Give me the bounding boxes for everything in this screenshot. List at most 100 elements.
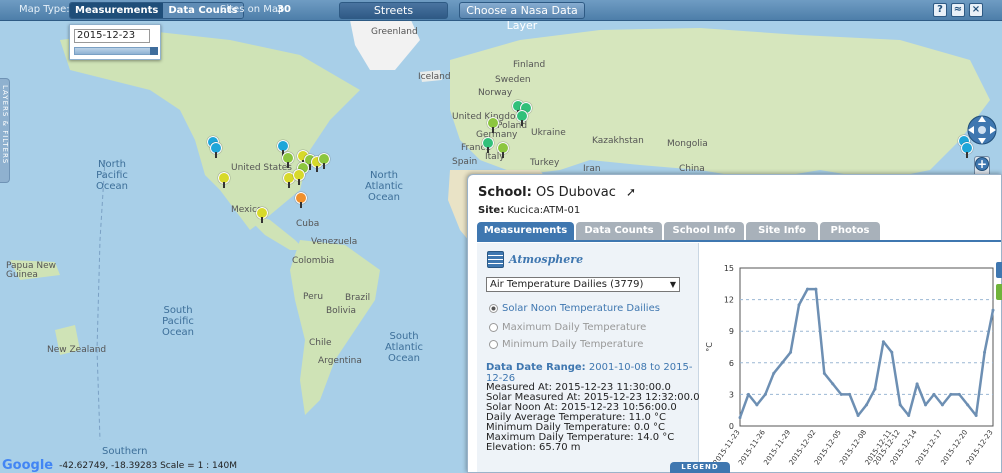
site-marker[interactable] xyxy=(210,142,222,158)
label-colombia: Colombia xyxy=(292,256,335,266)
site-key: Site: xyxy=(478,205,505,216)
site-heading: Site: Kucica:ATM-01 xyxy=(478,205,580,216)
measurement-select-value: Air Temperature Dailies (3779) xyxy=(490,279,644,290)
data-point xyxy=(991,308,995,312)
label-turkey: Turkey xyxy=(530,158,560,168)
label-south-pacific: South Pacific Ocean xyxy=(162,305,194,338)
table-icon[interactable] xyxy=(487,251,504,268)
data-point xyxy=(797,303,801,307)
radio-label: Solar Noon Temperature Dailies xyxy=(502,303,660,314)
pan-control-icon[interactable] xyxy=(965,113,999,147)
site-marker[interactable] xyxy=(318,153,330,169)
y-tick-label: 12 xyxy=(724,296,734,305)
layers-filters-tab[interactable]: LAYERS & FILTERS xyxy=(0,78,10,183)
tab-school-info[interactable]: School Info xyxy=(664,222,744,240)
date-slider-handle[interactable] xyxy=(150,47,158,55)
close-icon[interactable]: × xyxy=(969,3,983,17)
radio-solar-noon[interactable]: Solar Noon Temperature Dailies xyxy=(489,303,660,314)
layers-filters-label: LAYERS & FILTERS xyxy=(1,85,9,165)
label-iran: Iran xyxy=(583,164,601,174)
data-point xyxy=(822,371,826,375)
google-logo: Google xyxy=(2,458,54,473)
y-axis-label: °C xyxy=(705,342,714,352)
streets-button[interactable]: Streets xyxy=(339,2,448,19)
sites-count: 30 xyxy=(277,4,291,15)
data-point xyxy=(940,403,944,407)
tab-site-info[interactable]: Site Info xyxy=(746,222,818,240)
label-kazakhstan: Kazakhstan xyxy=(592,136,644,146)
chart-area: 0 3 6 9 12 15 °C 2015-11-23 2015-11-26 2015-11-29… xyxy=(700,243,1001,472)
tab-measurements[interactable]: Measurements xyxy=(477,222,574,240)
info-line: Elevation: 65.70 m xyxy=(486,442,581,453)
label-cuba: Cuba xyxy=(296,219,320,229)
data-point xyxy=(949,392,953,396)
data-point xyxy=(831,382,835,386)
site-marker[interactable] xyxy=(295,192,307,208)
legend-tab[interactable]: LEGEND xyxy=(670,462,730,473)
label-chile: Chile xyxy=(309,338,332,348)
date-range: Data Date Range: 2001-10-08 to 2015-12-2… xyxy=(486,362,698,384)
label-iceland: Iceland xyxy=(418,72,451,82)
data-point xyxy=(974,413,978,417)
site-marker[interactable] xyxy=(516,110,528,126)
label-norway: Norway xyxy=(478,88,513,98)
date-slider[interactable] xyxy=(74,47,158,55)
temperature-chart: 03691215°C2015-11-232015-11-262015-11-29… xyxy=(705,264,995,466)
data-point xyxy=(865,403,868,407)
site-marker[interactable] xyxy=(256,207,268,223)
map-type-toggle: Measurements Data Counts xyxy=(69,2,244,19)
tab-data-counts[interactable]: Data Counts xyxy=(576,222,662,240)
school-heading: School: OS Dubovac ➚ xyxy=(478,185,636,200)
chevron-down-icon: ▼ xyxy=(669,280,676,289)
data-point xyxy=(890,350,894,354)
site-marker[interactable] xyxy=(497,142,509,158)
site-marker[interactable] xyxy=(487,117,499,133)
y-tick-label: 9 xyxy=(729,327,734,336)
help-icon[interactable]: ? xyxy=(933,3,947,17)
label-mongolia: Mongolia xyxy=(667,139,708,149)
site-marker[interactable] xyxy=(282,152,294,168)
panel-tabs: Measurements Data Counts School Info Sit… xyxy=(477,222,880,240)
measurement-select[interactable]: Air Temperature Dailies (3779) ▼ xyxy=(486,277,680,292)
tab-photos[interactable]: Photos xyxy=(820,222,880,240)
data-point xyxy=(763,392,767,396)
date-picker: 2015-12-23 xyxy=(69,24,161,60)
nasa-layer-button[interactable]: Choose a Nasa Data Layer xyxy=(459,2,585,32)
share-icon[interactable]: ≈ xyxy=(951,3,965,17)
data-point xyxy=(924,403,928,407)
data-point xyxy=(932,392,936,396)
zoom-in-button[interactable]: + xyxy=(975,157,989,171)
measurements-button[interactable]: Measurements xyxy=(70,3,164,18)
data-point xyxy=(755,403,759,407)
data-point xyxy=(873,387,877,391)
radio-minimum[interactable]: Minimum Daily Temperature xyxy=(489,339,643,350)
data-point xyxy=(983,350,987,354)
label-venezuela: Venezuela xyxy=(311,237,358,247)
map-footer: Google -42.62749, -18.39283 Scale = 1 : … xyxy=(0,458,237,473)
school-name: OS Dubovac xyxy=(535,185,616,200)
radio-maximum[interactable]: Maximum Daily Temperature xyxy=(489,322,646,333)
table-view-button[interactable] xyxy=(996,262,1002,278)
site-marker[interactable] xyxy=(293,169,305,185)
chart-view-button[interactable] xyxy=(996,284,1002,300)
site-marker[interactable] xyxy=(482,137,494,153)
date-input[interactable]: 2015-12-23 xyxy=(74,29,150,43)
data-point xyxy=(780,361,784,365)
site-marker[interactable] xyxy=(218,172,230,188)
label-north-atlantic: North Atlantic Ocean xyxy=(365,170,404,203)
measurements-pane: Atmosphere Air Temperature Dailies (3779… xyxy=(477,243,700,472)
label-peru: Peru xyxy=(303,292,324,302)
coordinates-readout: -42.62749, -18.39283 Scale = 1 : 140M xyxy=(59,460,237,471)
radio-label: Maximum Daily Temperature xyxy=(502,322,647,333)
external-link-icon[interactable]: ➚ xyxy=(626,185,636,199)
label-spain: Spain xyxy=(452,157,478,167)
label-argentina: Argentina xyxy=(318,356,362,366)
data-point xyxy=(848,392,852,396)
data-point xyxy=(805,287,809,291)
data-point xyxy=(966,403,970,407)
top-toolbar: Map Type: Measurements Data Counts Sites… xyxy=(0,0,1002,32)
site-name: Kucica:ATM-01 xyxy=(507,205,581,216)
data-point xyxy=(839,392,843,396)
data-point xyxy=(746,392,750,396)
school-key: School: xyxy=(478,185,532,200)
